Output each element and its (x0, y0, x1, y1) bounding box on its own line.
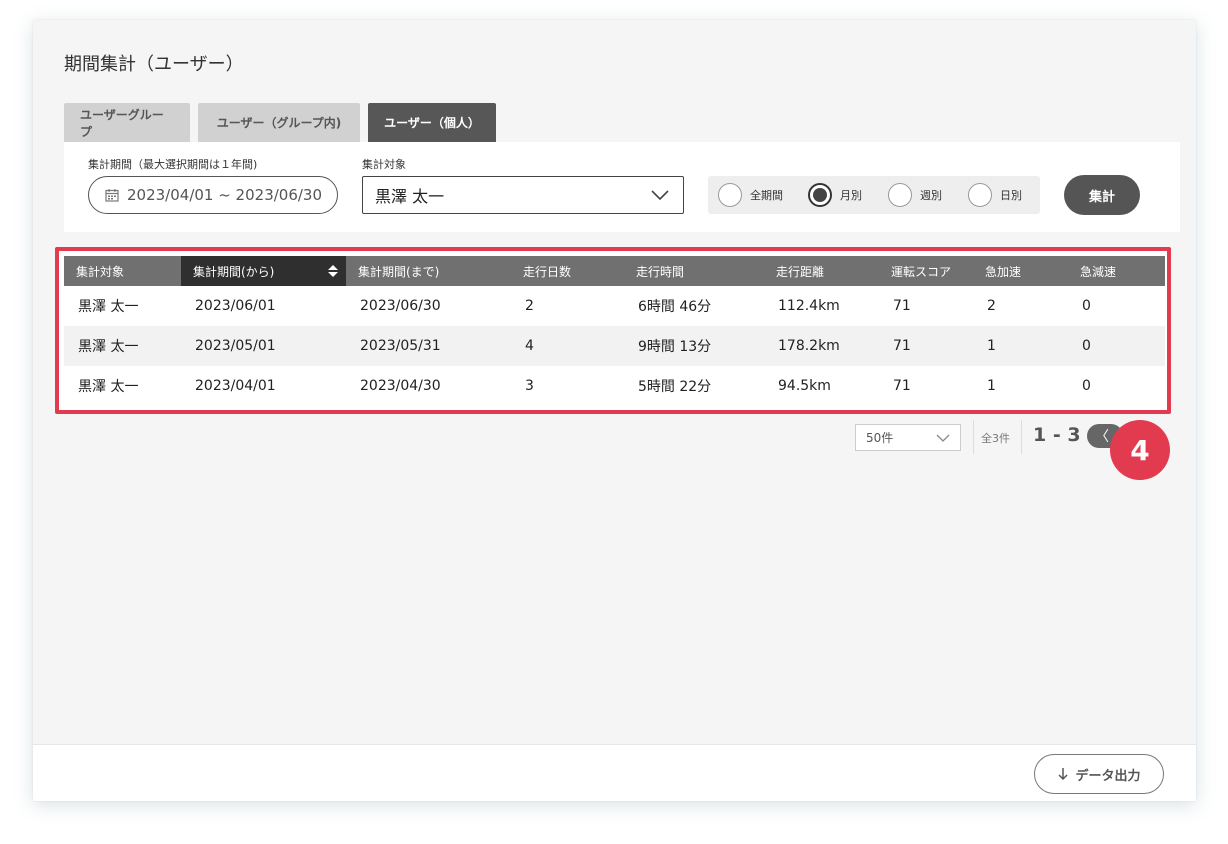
tab-user-group[interactable]: ユーザーグループ (64, 103, 190, 142)
table-cell: 112.4km (764, 286, 879, 326)
table-cell: 71 (879, 326, 973, 366)
radio-label: 週別 (920, 189, 942, 202)
page-size-value: 50件 (866, 431, 894, 445)
sort-icon (328, 265, 338, 277)
col-header[interactable]: 運転スコア (879, 256, 973, 286)
period-label: 集計期間（最大選択期間は１年間) (88, 158, 258, 171)
table-cell: 9時間 13分 (624, 326, 764, 366)
table-cell: 2023/05/31 (346, 326, 511, 366)
table-cell: 71 (879, 366, 973, 406)
radio-circle (968, 183, 992, 207)
table-cell: 2023/06/01 (181, 286, 346, 326)
radio-circle (718, 183, 742, 207)
total-count: 全3件 (981, 432, 1010, 445)
table-cell: 2023/04/30 (346, 366, 511, 406)
table-cell: 1 (973, 326, 1068, 366)
table-cell: 94.5km (764, 366, 879, 406)
radio-circle (888, 183, 912, 207)
col-header[interactable]: 走行日数 (511, 256, 624, 286)
export-label: データ出力 (1075, 768, 1141, 784)
results-table: 集計対象 集計期間(から) 集計期間(まで) 走行日数 走行時間 走行距離 運転… (64, 256, 1165, 406)
divider (1021, 420, 1022, 454)
page-size-select[interactable]: 50件 (855, 424, 961, 451)
step-number-badge: 4 (1110, 420, 1170, 480)
col-header[interactable]: 集計期間(まで) (346, 256, 511, 286)
table-cell: 1 (973, 366, 1068, 406)
radio-label: 日別 (1000, 189, 1022, 202)
radio-circle-checked (808, 183, 832, 207)
col-header[interactable]: 急減速 (1068, 256, 1165, 286)
table-cell: 黒澤 太一 (64, 326, 181, 366)
table-row: 黒澤 太一 2023/06/01 2023/06/30 2 6時間 46分 11… (64, 286, 1165, 326)
granularity-radio-group: 全期間 月別 週別 日別 (708, 176, 1040, 214)
tab-user-individual[interactable]: ユーザー（個人） (368, 103, 496, 142)
divider (973, 420, 974, 454)
col-header[interactable]: 走行時間 (624, 256, 764, 286)
table-cell: 6時間 46分 (624, 286, 764, 326)
col-header[interactable]: 急加速 (973, 256, 1068, 286)
tab-bar: ユーザーグループ ユーザー（グループ内) ユーザー（個人） (64, 103, 504, 142)
table-row: 黒澤 太一 2023/04/01 2023/04/30 3 5時間 22分 94… (64, 366, 1165, 406)
results-table-highlight: 集計対象 集計期間(から) 集計期間(まで) 走行日数 走行時間 走行距離 運転… (55, 247, 1171, 414)
col-header[interactable]: 走行距離 (764, 256, 879, 286)
table-cell: 2 (973, 286, 1068, 326)
export-data-button[interactable]: データ出力 (1034, 754, 1164, 794)
calendar-icon (105, 189, 119, 202)
table-row: 黒澤 太一 2023/05/01 2023/05/31 4 9時間 13分 17… (64, 326, 1165, 366)
table-cell: 3 (511, 366, 624, 406)
table-cell: 2023/04/01 (181, 366, 346, 406)
radio-daily[interactable]: 日別 (968, 183, 1022, 207)
download-arrow-icon (1058, 768, 1069, 781)
col-header-sorted[interactable]: 集計期間(から) (181, 256, 346, 286)
table-header-row: 集計対象 集計期間(から) 集計期間(まで) 走行日数 走行時間 走行距離 運転… (64, 256, 1165, 286)
date-range-value: 2023/04/01 ~ 2023/06/30 (127, 186, 323, 204)
col-header[interactable]: 集計対象 (64, 256, 181, 286)
table-cell: 0 (1068, 286, 1165, 326)
aggregate-button[interactable]: 集計 (1064, 175, 1140, 215)
table-cell: 5時間 22分 (624, 366, 764, 406)
tab-user-in-group[interactable]: ユーザー（グループ内) (198, 103, 360, 142)
table-cell: 2 (511, 286, 624, 326)
filter-panel: 集計期間（最大選択期間は１年間) 2023/04/01 ~ 2023/06/30… (64, 142, 1180, 232)
table-cell: 黒澤 太一 (64, 286, 181, 326)
footer-bar: データ出力 (33, 744, 1196, 801)
target-select-value: 黒澤 太一 (375, 187, 445, 206)
radio-all-period[interactable]: 全期間 (718, 183, 783, 207)
page-title: 期間集計（ユーザー） (64, 54, 244, 75)
table-cell: 178.2km (764, 326, 879, 366)
table-cell: 2023/05/01 (181, 326, 346, 366)
app-window: 期間集計（ユーザー） ユーザーグループ ユーザー（グループ内) ユーザー（個人）… (33, 20, 1196, 801)
table-cell: 0 (1068, 326, 1165, 366)
table-cell: 黒澤 太一 (64, 366, 181, 406)
chevron-left-icon: 〈 (1095, 429, 1109, 445)
page-range: 1 - 3 (1033, 424, 1081, 446)
radio-monthly[interactable]: 月別 (808, 183, 862, 207)
chevron-down-icon (936, 434, 950, 442)
radio-weekly[interactable]: 週別 (888, 183, 942, 207)
target-label: 集計対象 (362, 158, 406, 171)
table-cell: 0 (1068, 366, 1165, 406)
col-header-label: 集計期間(から) (193, 264, 275, 279)
table-cell: 4 (511, 326, 624, 366)
target-select[interactable]: 黒澤 太一 (362, 176, 684, 214)
radio-label: 全期間 (750, 189, 783, 202)
date-range-field[interactable]: 2023/04/01 ~ 2023/06/30 (88, 176, 338, 214)
table-cell: 2023/06/30 (346, 286, 511, 326)
chevron-down-icon (651, 190, 669, 201)
table-cell: 71 (879, 286, 973, 326)
radio-label: 月別 (840, 189, 862, 202)
